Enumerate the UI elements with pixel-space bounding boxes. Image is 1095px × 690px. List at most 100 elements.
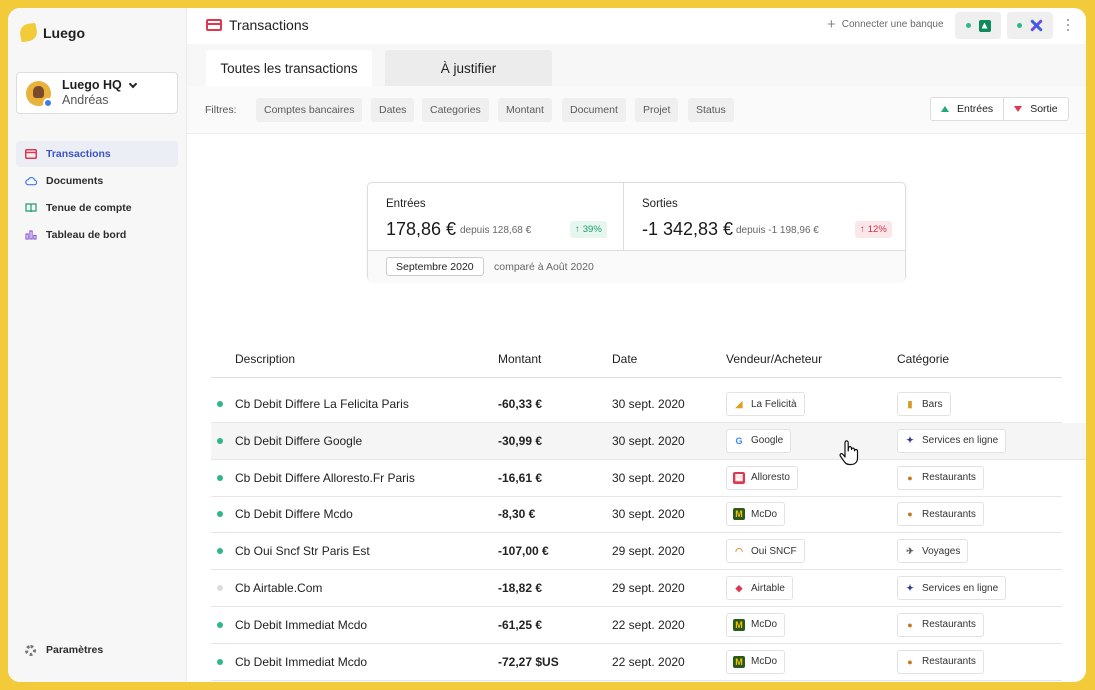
burger-icon: ● [904,508,916,521]
category-tag[interactable]: ✦ Services en ligne [897,428,1007,453]
filters-bar: Filtres: Comptes bancaires Dates Categor… [187,86,1086,134]
filter-chip-bank-accounts[interactable]: Comptes bancaires [256,98,363,122]
settings-link[interactable]: Paramètres [25,644,103,656]
vendor-tag[interactable]: M McDo [726,649,786,674]
table-row[interactable]: Cb Debit Differe Mcdo -8,30 € 30 sept. 202… [211,496,1062,534]
transaction-date: 30 sept. 2020 [612,433,685,448]
vendor-name: Google [751,435,784,447]
category-name: Bars [922,398,943,410]
vendor-tag[interactable]: ◢ La Felicità [726,392,805,416]
filter-chip-document[interactable]: Document [562,98,626,122]
plus-icon: + [827,15,836,33]
connect-bank-button[interactable]: + Connecter une banque [827,15,944,33]
transaction-description: Cb Debit Differe Google [235,433,363,448]
connected-status-dot [1017,23,1022,28]
satellite-icon: ✦ [904,434,916,447]
income-amount: 178,86 € [386,219,457,239]
summary-card: Entrées 178,86 € depuis 128,68 € ↑ 39% So… [367,182,906,282]
table-row[interactable]: Cb Debit Differe Alloresto.Fr Paris -16,6… [211,460,1062,497]
outgoing-filter-button[interactable]: Sortie [1003,98,1067,120]
transaction-amount: -8,30 € [498,507,536,522]
org-switcher[interactable]: Luego HQ Andréas [16,72,178,114]
category-tag[interactable]: ● Restaurants [897,502,984,527]
category-tag[interactable]: ▮ Bars [897,392,951,416]
transaction-date: 29 sept. 2020 [612,544,685,559]
status-dot [217,401,223,407]
sidebar-item-documents[interactable]: Documents [16,168,178,194]
filter-chip-project[interactable]: Projet [635,98,679,122]
bank-account-button-1[interactable] [955,12,1001,39]
filter-chip-categories[interactable]: Categories [422,98,489,122]
card-icon [25,149,37,159]
transaction-date: 29 sept. 2020 [612,581,685,595]
category-name: Voyages [922,545,961,557]
category-name: Services en ligne [922,582,999,594]
transaction-date: 22 sept. 2020 [612,654,685,669]
category-name: Restaurants [922,619,976,631]
period-selector[interactable]: Septembre 2020 [386,257,484,276]
filter-chip-amount[interactable]: Montant [498,98,552,122]
sidebar-item-label: Tableau de bord [46,229,127,241]
tab-all-transactions[interactable]: Toutes les transactions [206,50,372,86]
connected-status-dot [965,23,971,28]
transaction-amount: -61,25 € [498,617,543,632]
incoming-filter-button[interactable]: Entrées [931,98,1003,120]
filter-chip-status[interactable]: Status [688,98,734,122]
expense-previous: depuis -1 198,96 € [736,225,819,236]
vendor-name: La Felicità [751,398,797,410]
logo[interactable]: Luego [18,22,85,43]
column-header-date[interactable]: Date [612,352,637,366]
table-row[interactable]: Cb Airtable.Com -18,82 € 29 sept. 2020 ◆ Air… [211,570,1062,607]
traveler-icon: ✈ [904,545,916,558]
filters-label: Filtres: [205,104,237,116]
table-row[interactable]: Cb Debit Immediat Mcdo -72,27 $US 22 sept.… [211,644,1062,681]
category-name: Services en ligne [922,435,999,447]
connect-bank-label: Connecter une banque [841,19,944,30]
category-tag[interactable]: ● Restaurants [897,465,984,490]
sidebar-item-tenue-de-compte[interactable]: Tenue de compte [16,195,178,221]
category-name: Restaurants [922,472,976,484]
table-row[interactable]: Cb Oui Sncf Str Paris Est -107,00 € 29 sep… [211,533,1062,571]
beer-icon: ▮ [904,398,916,410]
vendor-name: McDo [751,656,778,668]
filter-chip-dates[interactable]: Dates [371,98,415,122]
vendor-tag[interactable]: ▦ Alloresto [726,465,798,490]
table-row[interactable]: Cb Debit Immediat Mcdo -61,25 € 22 sept. 2… [211,607,1062,644]
table-row[interactable]: Cb Debit Differe Google -30,99 € 30 sept. … [211,422,1086,460]
burger-icon: ● [904,618,916,631]
status-dot [217,511,223,518]
sidebar-item-transactions[interactable]: Transactions [16,141,178,167]
transaction-amount: -30,99 € [498,433,543,448]
category-tag[interactable]: ● Restaurants [897,612,984,637]
income-label: Entrées [386,198,426,210]
transaction-amount: -18,82 € [498,581,543,595]
transaction-amount: -107,00 € [498,544,549,559]
transaction-description: Cb Debit Differe Mcdo [235,507,353,522]
category-tag[interactable]: ✦ Services en ligne [897,576,1007,600]
vendor-tag[interactable]: ◆ Airtable [726,576,793,600]
category-tag[interactable]: ● Restaurants [897,649,984,674]
transaction-date: 30 sept. 2020 [612,470,685,485]
column-header-description[interactable]: Description [235,352,295,366]
transaction-description: Cb Debit Differe Alloresto.Fr Paris [235,470,415,485]
column-header-vendor[interactable]: Vendeur/Acheteur [726,352,822,366]
category-tag[interactable]: ✈ Voyages [897,539,969,564]
status-dot [217,474,223,481]
status-dot [217,585,223,591]
bank-account-button-2[interactable] [1007,12,1053,39]
vendor-tag[interactable]: G Google [726,428,792,453]
card-icon [206,19,222,31]
transaction-amount: -72,27 $US [498,654,559,669]
status-dot [217,548,223,555]
more-options-icon[interactable] [1067,19,1070,31]
vendor-tag[interactable]: M McDo [726,612,786,637]
vendor-tag[interactable]: ◠ Oui SNCF [726,539,805,564]
table-row[interactable]: Cb Debit Differe La Felicita Paris -60,33… [211,386,1062,423]
sidebar-item-tableau-de-bord[interactable]: Tableau de bord [16,222,178,248]
tab-to-justify[interactable]: À justifier [385,50,552,86]
mcdo-icon: M [733,508,745,521]
transaction-amount: -60,33 € [498,397,543,411]
column-header-category[interactable]: Catégorie [897,352,949,366]
vendor-tag[interactable]: M McDo [726,502,786,527]
column-header-amount[interactable]: Montant [498,352,541,366]
